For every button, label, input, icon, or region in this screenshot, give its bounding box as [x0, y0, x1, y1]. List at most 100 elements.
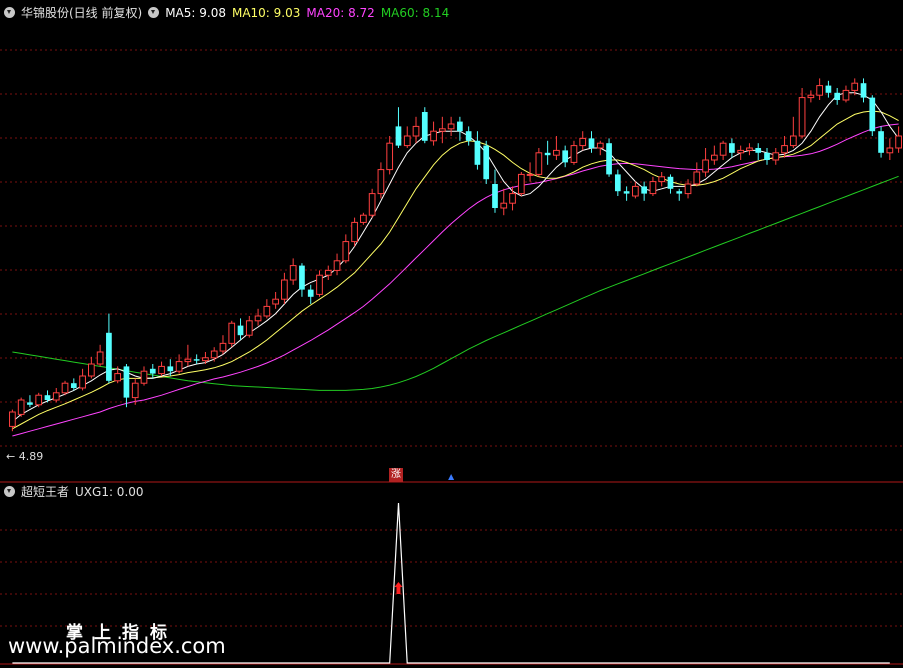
- candle: [79, 368, 86, 391]
- chart-canvas[interactable]: [0, 0, 903, 668]
- candle: [184, 344, 192, 367]
- candle-body-up: [263, 305, 271, 317]
- chevron-down-icon[interactable]: [148, 7, 160, 18]
- candle: [632, 181, 639, 199]
- candle-body-down: [667, 176, 674, 189]
- candle-body-up: [535, 152, 543, 175]
- candle-body-up: [895, 135, 902, 149]
- candle-body-down: [544, 152, 551, 156]
- candle: [492, 169, 498, 213]
- candle-body-up: [886, 147, 894, 154]
- candle-body-up: [719, 142, 727, 156]
- candle-body-up: [570, 145, 578, 163]
- candle-body-up: [658, 176, 666, 183]
- candle: [96, 344, 104, 367]
- candle-body-down: [834, 92, 841, 100]
- candle: [447, 116, 455, 136]
- chevron-down-icon[interactable]: [4, 486, 15, 497]
- candle-body-up: [553, 149, 560, 156]
- main-grid: [0, 49, 903, 665]
- ma10-value: MA10: 9.03: [231, 6, 301, 20]
- candle: [281, 272, 288, 304]
- candle-body-down: [123, 366, 130, 398]
- candle: [17, 397, 25, 417]
- candle: [553, 136, 560, 160]
- candle: [729, 138, 735, 158]
- candle-body-up: [342, 241, 350, 262]
- candle-body-down: [237, 325, 244, 336]
- candle: [27, 395, 33, 408]
- candle-body-down: [562, 150, 569, 163]
- candle-body-down: [421, 112, 428, 141]
- candle-body-up: [61, 382, 69, 394]
- candle: [509, 186, 516, 211]
- candle-body-up: [96, 351, 104, 365]
- candle: [457, 116, 463, 141]
- candle-body-up: [596, 142, 604, 149]
- candle: [333, 253, 341, 276]
- up-arrow-icon: [394, 582, 403, 594]
- candle-body-up: [254, 315, 262, 322]
- candle-body-up: [447, 123, 455, 130]
- candle-body-up: [360, 214, 367, 223]
- indicator-value: UXG1: 0.00: [75, 485, 144, 499]
- candle: [245, 316, 253, 338]
- indicator-header: 超短王者 UXG1: 0.00: [4, 484, 150, 500]
- low-price-label: ← 4.89: [6, 450, 44, 463]
- candle: [895, 126, 902, 153]
- candle: [667, 174, 674, 194]
- candle: [562, 145, 569, 168]
- buy-marker-icon: [448, 474, 455, 480]
- candle: [579, 131, 587, 151]
- candle-body-up: [368, 193, 376, 216]
- candle-body-up: [245, 320, 253, 336]
- candle: [88, 356, 95, 379]
- candle-body-down: [492, 184, 498, 208]
- candle: [570, 140, 578, 165]
- candle: [798, 88, 806, 139]
- candle-body-up: [649, 181, 657, 195]
- candle: [219, 335, 227, 355]
- candle-body-up: [632, 185, 639, 197]
- candle: [52, 388, 60, 403]
- candle: [465, 126, 472, 146]
- candle-body-up: [131, 382, 139, 399]
- candle: [254, 308, 262, 326]
- candle: [289, 258, 297, 285]
- candle-body-up: [781, 145, 788, 154]
- candle-body-up: [386, 142, 394, 171]
- candle: [395, 107, 402, 148]
- candle-body-down: [307, 289, 314, 297]
- candle: [377, 162, 385, 199]
- candle: [623, 186, 630, 201]
- candle-body-down: [641, 186, 648, 194]
- candle-body-down: [193, 359, 200, 361]
- watermark-url: www.palmindex.com: [8, 634, 226, 658]
- candle-body-up: [500, 202, 508, 209]
- candle-body-down: [106, 332, 112, 381]
- candle-body-up: [184, 358, 192, 363]
- candle: [535, 148, 543, 177]
- candle: [606, 138, 612, 177]
- candle: [430, 121, 437, 146]
- candle-body-up: [430, 130, 437, 142]
- candle-body-up: [710, 154, 718, 161]
- candle: [702, 148, 709, 177]
- candle-body-up: [316, 274, 323, 295]
- candle: [474, 131, 481, 170]
- candle: [368, 188, 376, 218]
- candle: [35, 392, 43, 408]
- candle: [342, 234, 350, 264]
- candle: [412, 116, 420, 144]
- candle: [693, 162, 701, 187]
- candle-body-down: [623, 191, 630, 194]
- candle: [614, 169, 621, 196]
- candle: [228, 320, 236, 348]
- candle: [70, 378, 77, 391]
- chevron-down-icon[interactable]: [4, 7, 15, 18]
- candle-body-up: [438, 128, 446, 132]
- candle: [149, 364, 156, 379]
- candle-body-up: [377, 169, 385, 195]
- candle-body-down: [395, 126, 402, 146]
- candle-body-down: [299, 265, 305, 290]
